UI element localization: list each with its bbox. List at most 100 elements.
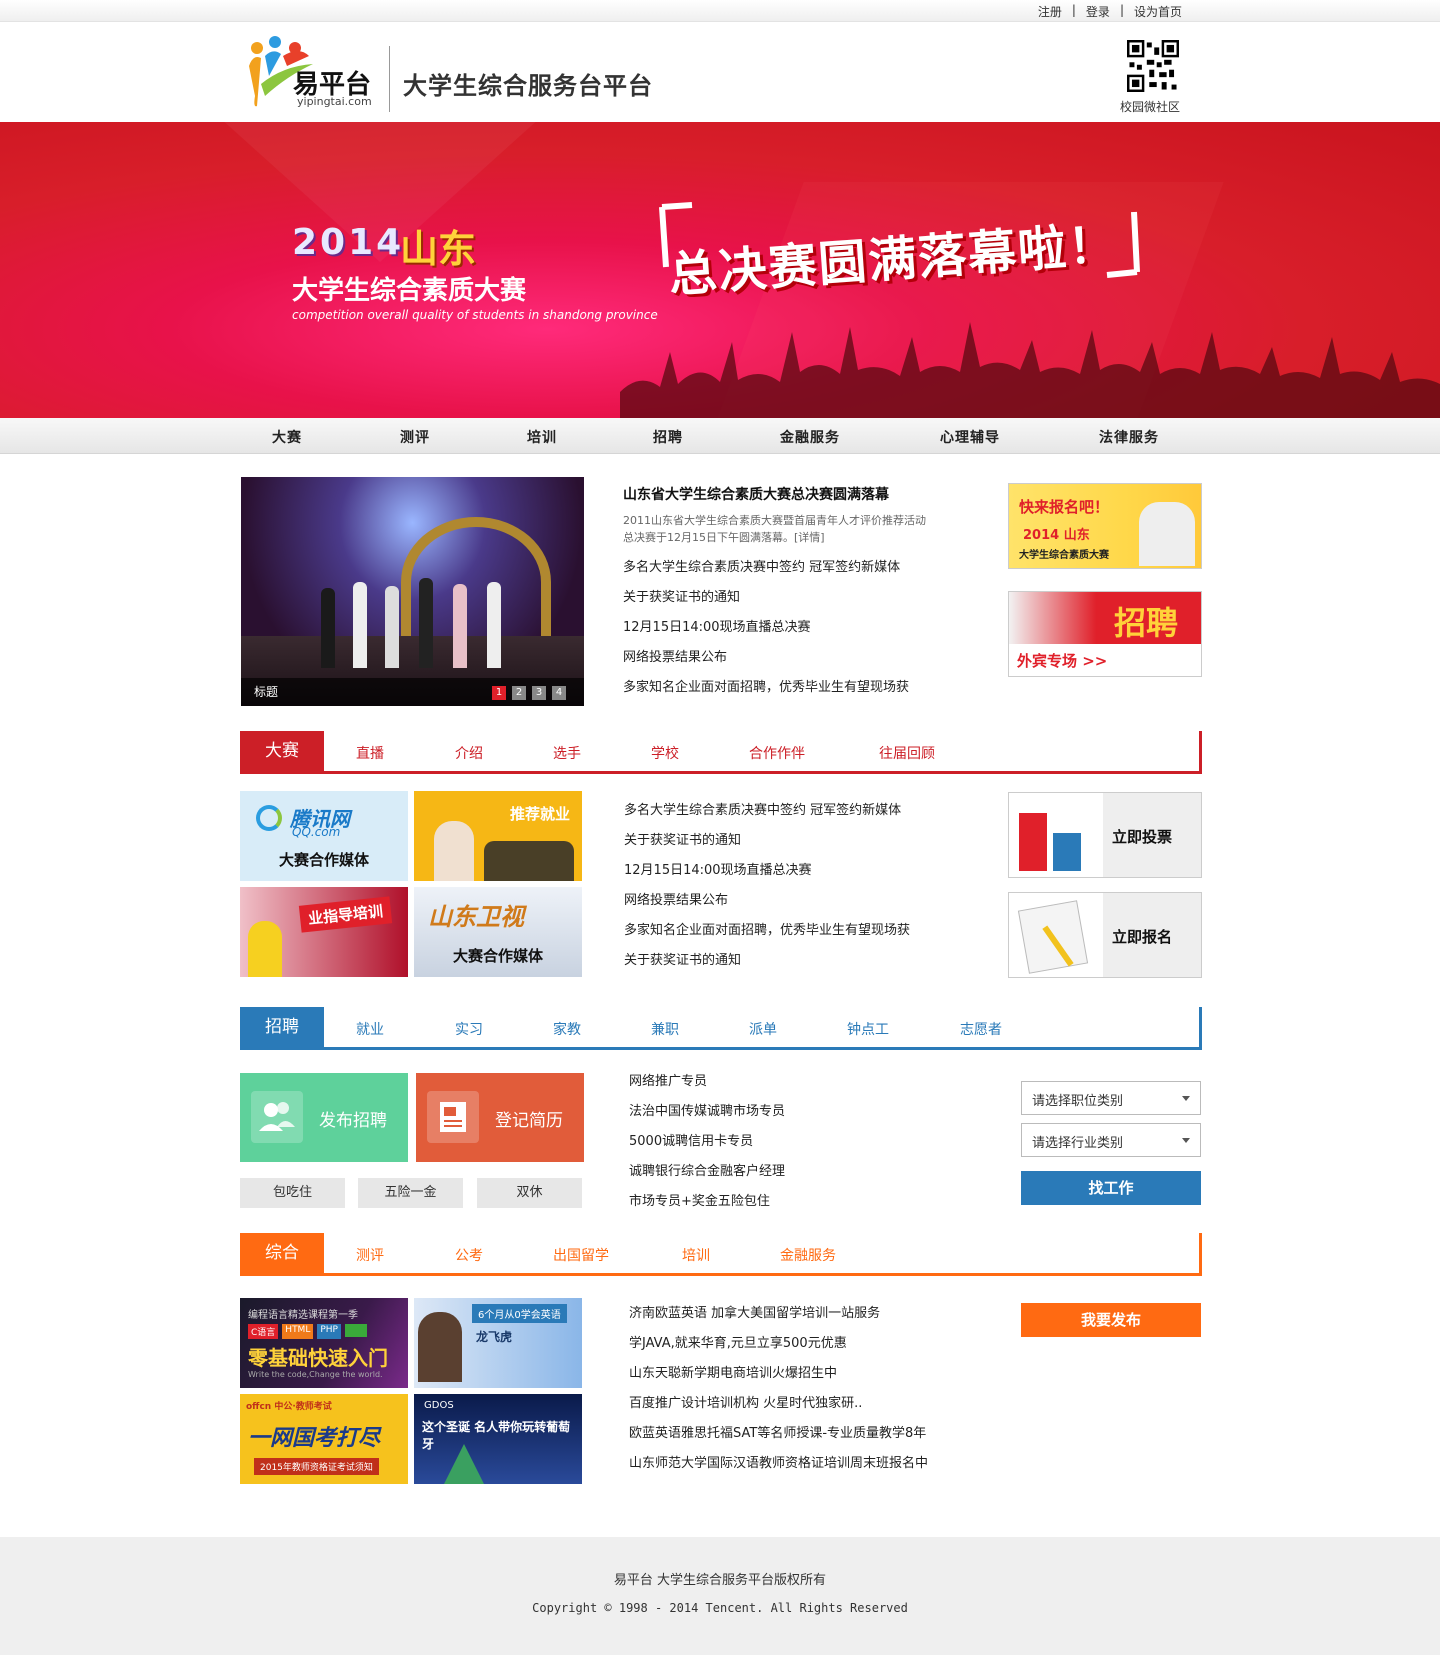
- signup-ad-line2: 2014 山东: [1023, 528, 1090, 543]
- tag-insurance[interactable]: 五险一金: [358, 1178, 463, 1208]
- tile-label: 龙飞虎: [476, 1330, 513, 1344]
- login-link[interactable]: 登录: [1086, 3, 1110, 20]
- tab-partners[interactable]: 合作作伴: [749, 743, 805, 763]
- tab-flyer[interactable]: 派单: [749, 1019, 777, 1039]
- logo-domain: yipingtai.com: [297, 95, 372, 108]
- general-tabbar: 综合 测评 公考 出国留学 培训 金融服务: [240, 1233, 1202, 1276]
- tag-food-lodging[interactable]: 包吃住: [240, 1178, 345, 1208]
- tile-qq-media[interactable]: 腾讯网 QQ.com 大赛合作媒体: [240, 791, 408, 881]
- nav-counseling[interactable]: 心理辅导: [940, 427, 1000, 447]
- news-item[interactable]: 多家知名企业面对面招聘，优秀毕业生有望现场获: [624, 916, 910, 946]
- tab-tutor[interactable]: 家教: [553, 1019, 581, 1039]
- tab-parttime[interactable]: 兼职: [651, 1019, 679, 1039]
- tab-volunteer[interactable]: 志愿者: [960, 1019, 1002, 1039]
- job-item[interactable]: 法治中国传媒诚聘市场专员: [629, 1097, 785, 1127]
- publish-button[interactable]: 我要发布: [1021, 1303, 1201, 1337]
- tile-civil-exam[interactable]: offcn 中公·教师考试 一网国考打尽 2015年教师资格证考试须知: [240, 1394, 408, 1484]
- tile-career-training[interactable]: 业指导培训: [240, 887, 408, 977]
- news-item[interactable]: 关于获奖证书的通知: [624, 826, 910, 856]
- tile-top-text: 6个月从0学会英语: [472, 1304, 567, 1323]
- tab-intro[interactable]: 介绍: [455, 743, 483, 763]
- general-item[interactable]: 山东天聪新学期电商培训火爆招生中: [629, 1359, 928, 1389]
- general-item[interactable]: 百度推广设计培训机构 火星时代独家研..: [629, 1389, 928, 1419]
- tab-finance[interactable]: 金融服务: [780, 1245, 836, 1265]
- news-item[interactable]: 多家知名企业面对面招聘，优秀毕业生有望现场获: [623, 673, 909, 703]
- nav-finance[interactable]: 金融服务: [780, 427, 840, 447]
- news-item[interactable]: 关于获奖证书的通知: [623, 583, 909, 613]
- tab-employment[interactable]: 就业: [356, 1019, 384, 1039]
- nav-legal[interactable]: 法律服务: [1099, 427, 1159, 447]
- tile-english[interactable]: 6个月从0学会英语 龙飞虎: [414, 1298, 582, 1388]
- register-resume-label: 登记简历: [495, 1111, 563, 1131]
- tile-sdtv-media[interactable]: 山东卫视 大赛合作媒体: [414, 887, 582, 977]
- slider-dot[interactable]: 1: [492, 686, 506, 700]
- industry-select[interactable]: 请选择行业类别: [1021, 1123, 1201, 1157]
- general-item[interactable]: 山东师范大学国际汉语教师资格证培训周末班报名中: [629, 1449, 928, 1479]
- tab-general[interactable]: 综合: [240, 1233, 324, 1273]
- hero-banner[interactable]: 2014 山东 大学生综合素质大赛 competition overall qu…: [0, 122, 1440, 418]
- tab-hourly[interactable]: 钟点工: [847, 1019, 889, 1039]
- publish-job-button[interactable]: 发布招聘: [240, 1073, 408, 1162]
- contest-news-list: 多名大学生综合素质决赛中签约 冠军签约新媒体 关于获奖证书的通知 12月15日1…: [624, 796, 910, 976]
- news-item[interactable]: 多名大学生综合素质决赛中签约 冠军签约新媒体: [623, 553, 909, 583]
- signup-label: 立即报名: [1112, 928, 1173, 946]
- job-item[interactable]: 市场专员+奖金五险包住: [629, 1187, 785, 1217]
- qq-logo-icon: [256, 805, 282, 831]
- signup-card[interactable]: 立即报名: [1008, 892, 1202, 978]
- news-slider[interactable]: 标题 1 2 3 4: [241, 477, 584, 706]
- nav-assessment[interactable]: 测评: [400, 427, 430, 447]
- register-link[interactable]: 注册: [1038, 3, 1062, 20]
- vote-card[interactable]: 立即投票: [1008, 792, 1202, 878]
- tile-label: 零基础快速入门: [248, 1346, 388, 1370]
- nav-training[interactable]: 培训: [527, 427, 557, 447]
- tag-row: C语言 HTML PHP: [248, 1324, 367, 1339]
- tab-study-abroad[interactable]: 出国留学: [553, 1245, 609, 1265]
- tab-internship[interactable]: 实习: [455, 1019, 483, 1039]
- tag-weekends[interactable]: 双休: [477, 1178, 582, 1208]
- tab-contest[interactable]: 大赛: [240, 731, 324, 771]
- news-item[interactable]: 网络投票结果公布: [624, 886, 910, 916]
- news-item[interactable]: 12月15日14:00现场直播总决赛: [623, 613, 909, 643]
- news-item[interactable]: 网络投票结果公布: [623, 643, 909, 673]
- news-item[interactable]: 多名大学生综合素质决赛中签约 冠军签约新媒体: [624, 796, 910, 826]
- tile-portugal[interactable]: GDOS 这个圣诞 名人带你玩转葡萄牙: [414, 1394, 582, 1484]
- general-item[interactable]: 欧蓝英语雅思托福SAT等名师授课-专业质量教学8年: [629, 1419, 928, 1449]
- general-item[interactable]: 济南欧蓝英语 加拿大美国留学培训一站服务: [629, 1299, 928, 1329]
- vote-chart-icon: [1009, 793, 1103, 877]
- banner-province: 山东: [400, 227, 477, 271]
- news-list: 多名大学生综合素质决赛中签约 冠军签约新媒体 关于获奖证书的通知 12月15日1…: [623, 553, 909, 703]
- job-item[interactable]: 网络推广专员: [629, 1067, 785, 1097]
- tab-history[interactable]: 往届回顾: [879, 743, 935, 763]
- register-resume-button[interactable]: 登记简历: [416, 1073, 584, 1162]
- tile-programming[interactable]: 编程语言精选课程第一季 C语言 HTML PHP 零基础快速入门 Write t…: [240, 1298, 408, 1388]
- qr-label: 校园微社区: [1120, 100, 1181, 114]
- slider-dot[interactable]: 2: [512, 686, 526, 700]
- tab-players[interactable]: 选手: [553, 743, 581, 763]
- tab-jobs[interactable]: 招聘: [240, 1007, 324, 1047]
- tab-schools[interactable]: 学校: [651, 743, 679, 763]
- general-item[interactable]: 学JAVA,就来华育,元旦立享500元优惠: [629, 1329, 928, 1359]
- news-item[interactable]: 12月15日14:00现场直播总决赛: [624, 856, 910, 886]
- nav-recruitment[interactable]: 招聘: [653, 427, 683, 447]
- tab-assessment[interactable]: 测评: [356, 1245, 384, 1265]
- find-job-button[interactable]: 找工作: [1021, 1171, 1201, 1205]
- tile-job-recommend[interactable]: 推荐就业: [414, 791, 582, 881]
- slider-dot[interactable]: 3: [532, 686, 546, 700]
- tab-live[interactable]: 直播: [356, 743, 384, 763]
- set-homepage-link[interactable]: 设为首页: [1134, 3, 1182, 20]
- news-headline[interactable]: 山东省大学生综合素质大赛总决赛圆满落幕: [623, 484, 889, 504]
- nav-contest[interactable]: 大赛: [272, 427, 302, 447]
- tab-civil-exam[interactable]: 公考: [455, 1245, 483, 1265]
- job-item[interactable]: 5000诚聘信用卡专员: [629, 1127, 785, 1157]
- performer: [453, 584, 467, 668]
- separator: |: [1071, 3, 1076, 17]
- slider-dot[interactable]: 4: [552, 686, 566, 700]
- lang-tag: [344, 1324, 367, 1337]
- news-item[interactable]: 关于获奖证书的通知: [624, 946, 910, 976]
- job-category-select[interactable]: 请选择职位类别: [1021, 1081, 1201, 1115]
- person-image: [248, 921, 282, 977]
- tab-training[interactable]: 培训: [682, 1245, 710, 1265]
- job-item[interactable]: 诚聘银行综合金融客户经理: [629, 1157, 785, 1187]
- signup-ad[interactable]: 快来报名吧！ 2014 山东 大学生综合素质大赛: [1008, 483, 1202, 569]
- recruit-ad[interactable]: 招聘 外宾专场 >>: [1008, 591, 1202, 677]
